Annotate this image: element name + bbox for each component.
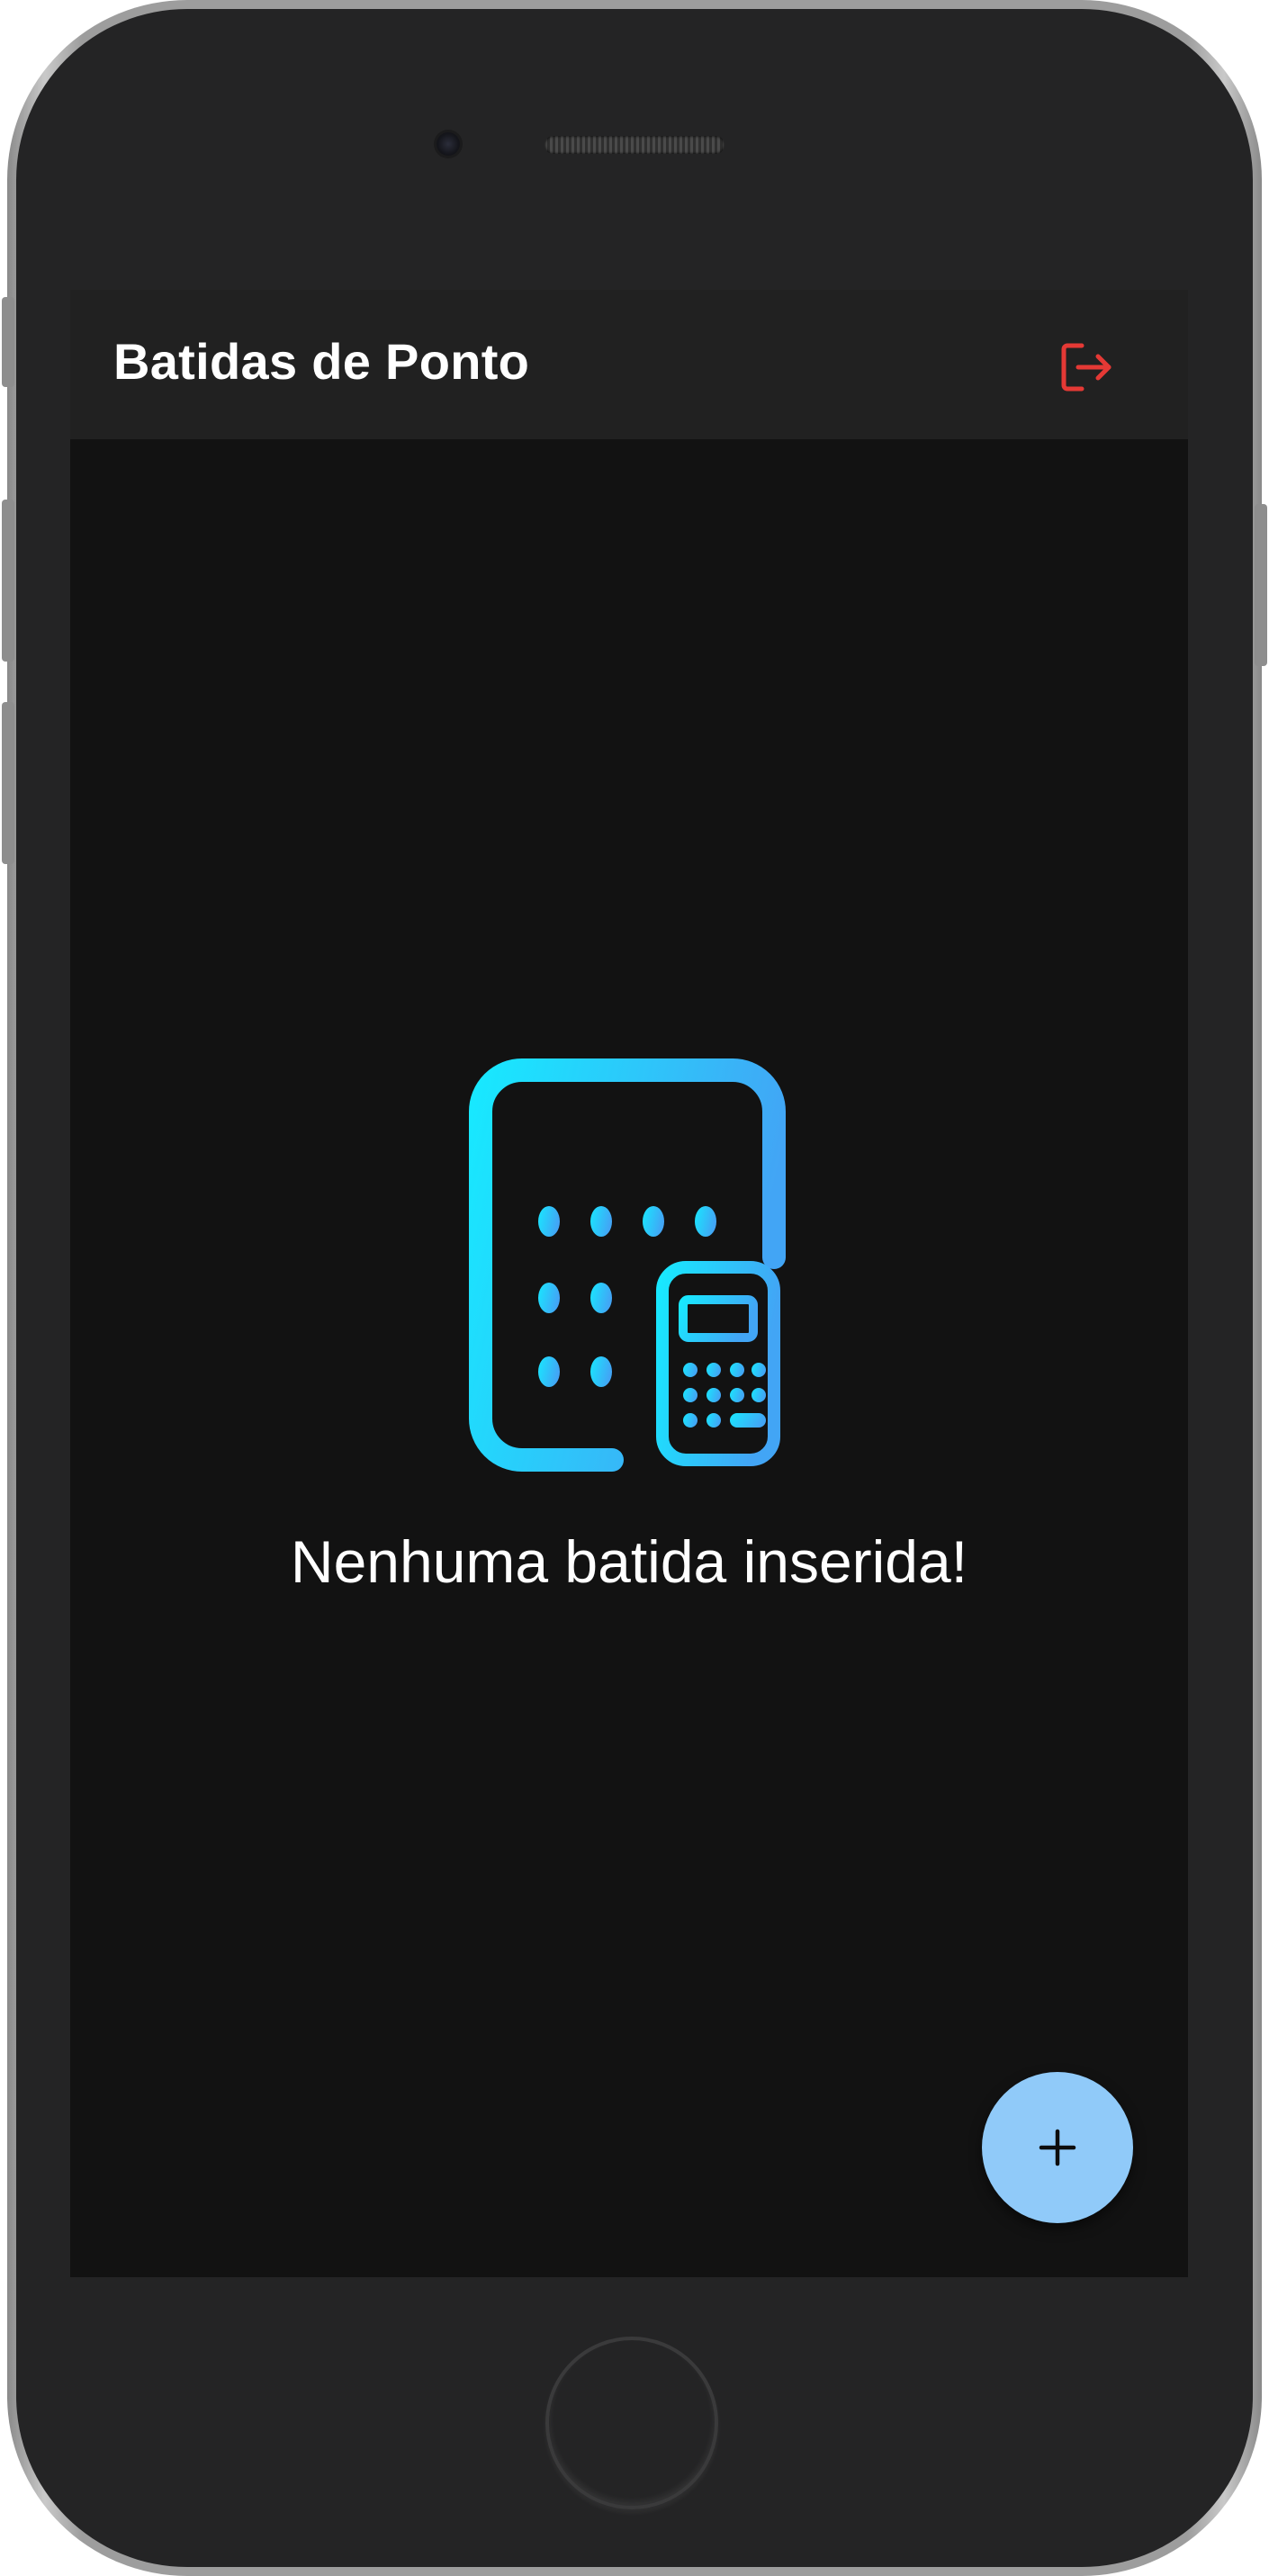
app-screen: Batidas de Ponto Nenhuma batida inserida… [70, 290, 1188, 2277]
home-button [545, 2337, 718, 2509]
earpiece-speaker [544, 136, 724, 154]
mute-switch [2, 297, 14, 387]
volume-down-button [2, 702, 14, 864]
volume-up-button [2, 500, 14, 662]
front-camera [436, 132, 460, 156]
logout-button[interactable] [1051, 331, 1123, 403]
app-bar: Batidas de Ponto [70, 290, 1188, 439]
empty-state-message: Nenhuma batida inserida! [290, 1528, 968, 1595]
logout-icon [1061, 343, 1112, 392]
power-button [1255, 504, 1267, 666]
page-title: Batidas de Ponto [113, 333, 530, 390]
calendar-calculator-icon [469, 1037, 786, 1472]
plus-icon [1039, 2129, 1076, 2166]
add-button[interactable] [982, 2072, 1133, 2223]
